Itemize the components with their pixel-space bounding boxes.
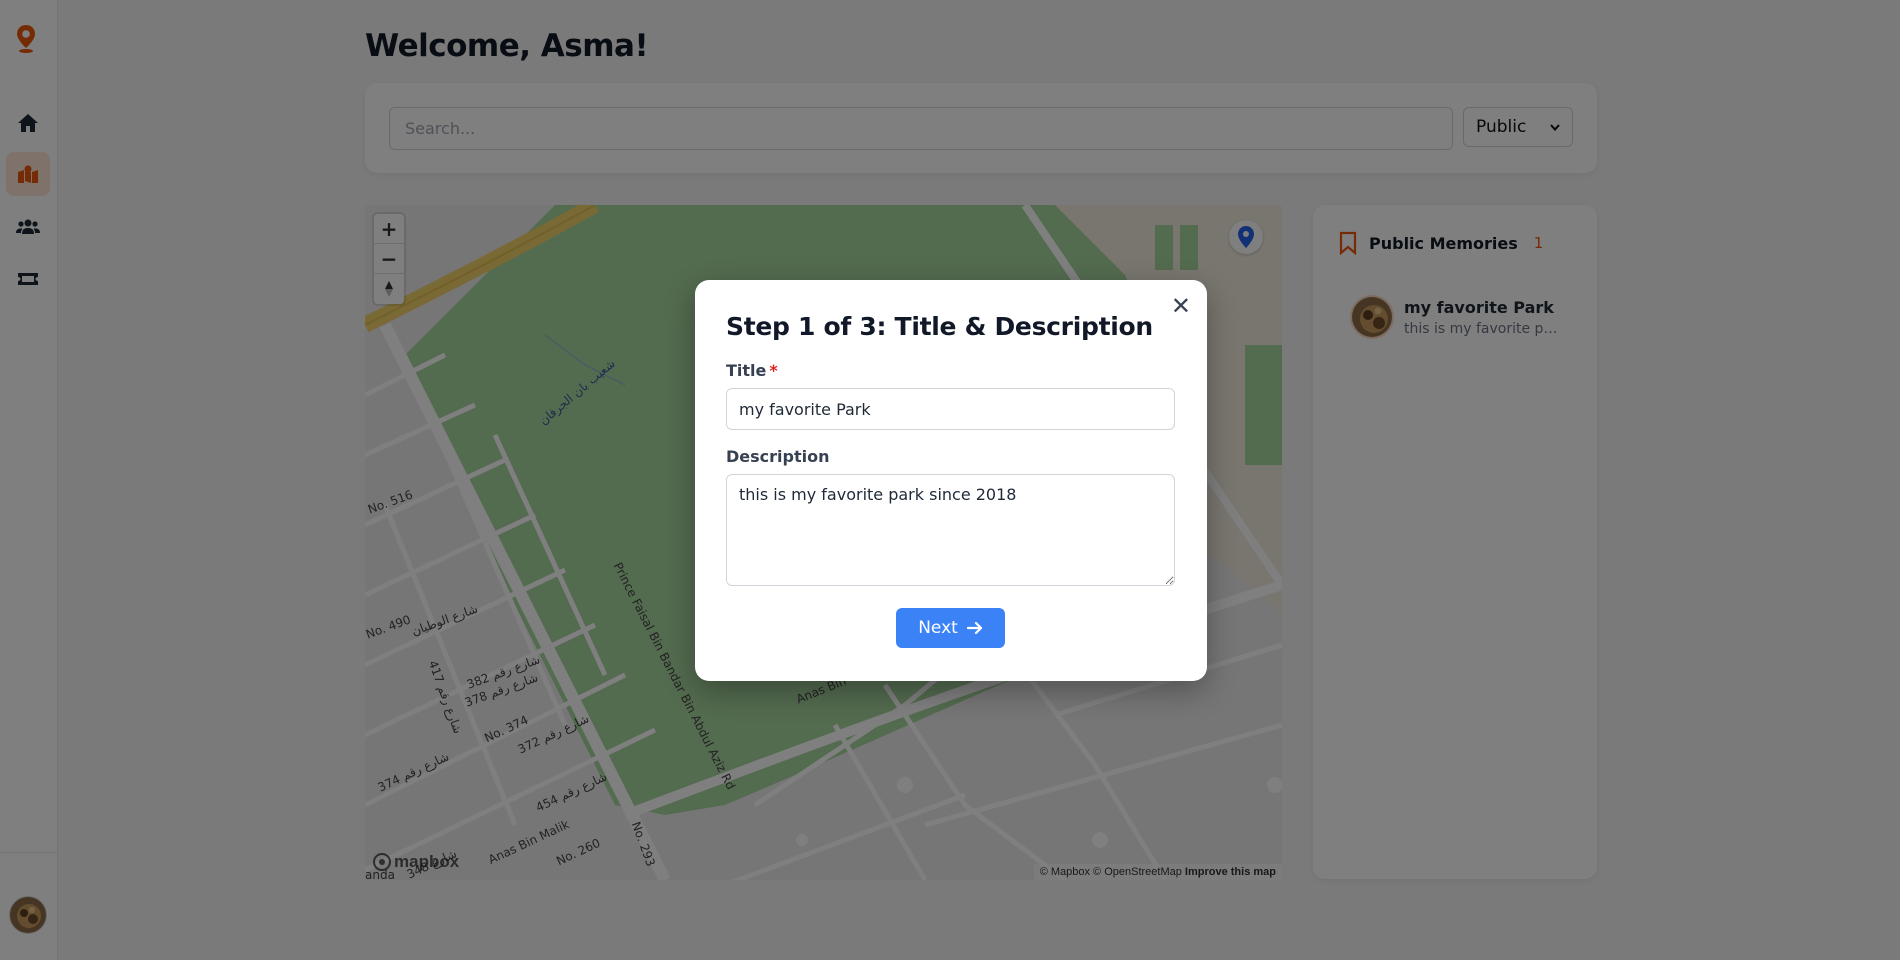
title-label-text: Title: [726, 361, 767, 380]
close-icon[interactable]: ✕: [1171, 294, 1191, 318]
modal-title: Step 1 of 3: Title & Description: [726, 312, 1153, 341]
create-memory-modal: ✕ Step 1 of 3: Title & Description Title…: [695, 280, 1207, 681]
arrow-right-icon: [966, 621, 982, 635]
next-button-label: Next: [918, 618, 958, 638]
description-field[interactable]: this is my favorite park since 2018: [726, 474, 1175, 586]
title-field-label: Title *: [726, 361, 778, 380]
description-field-label: Description: [726, 447, 830, 466]
next-button[interactable]: Next: [896, 608, 1005, 648]
required-mark: *: [769, 361, 778, 380]
title-field[interactable]: [726, 388, 1175, 430]
